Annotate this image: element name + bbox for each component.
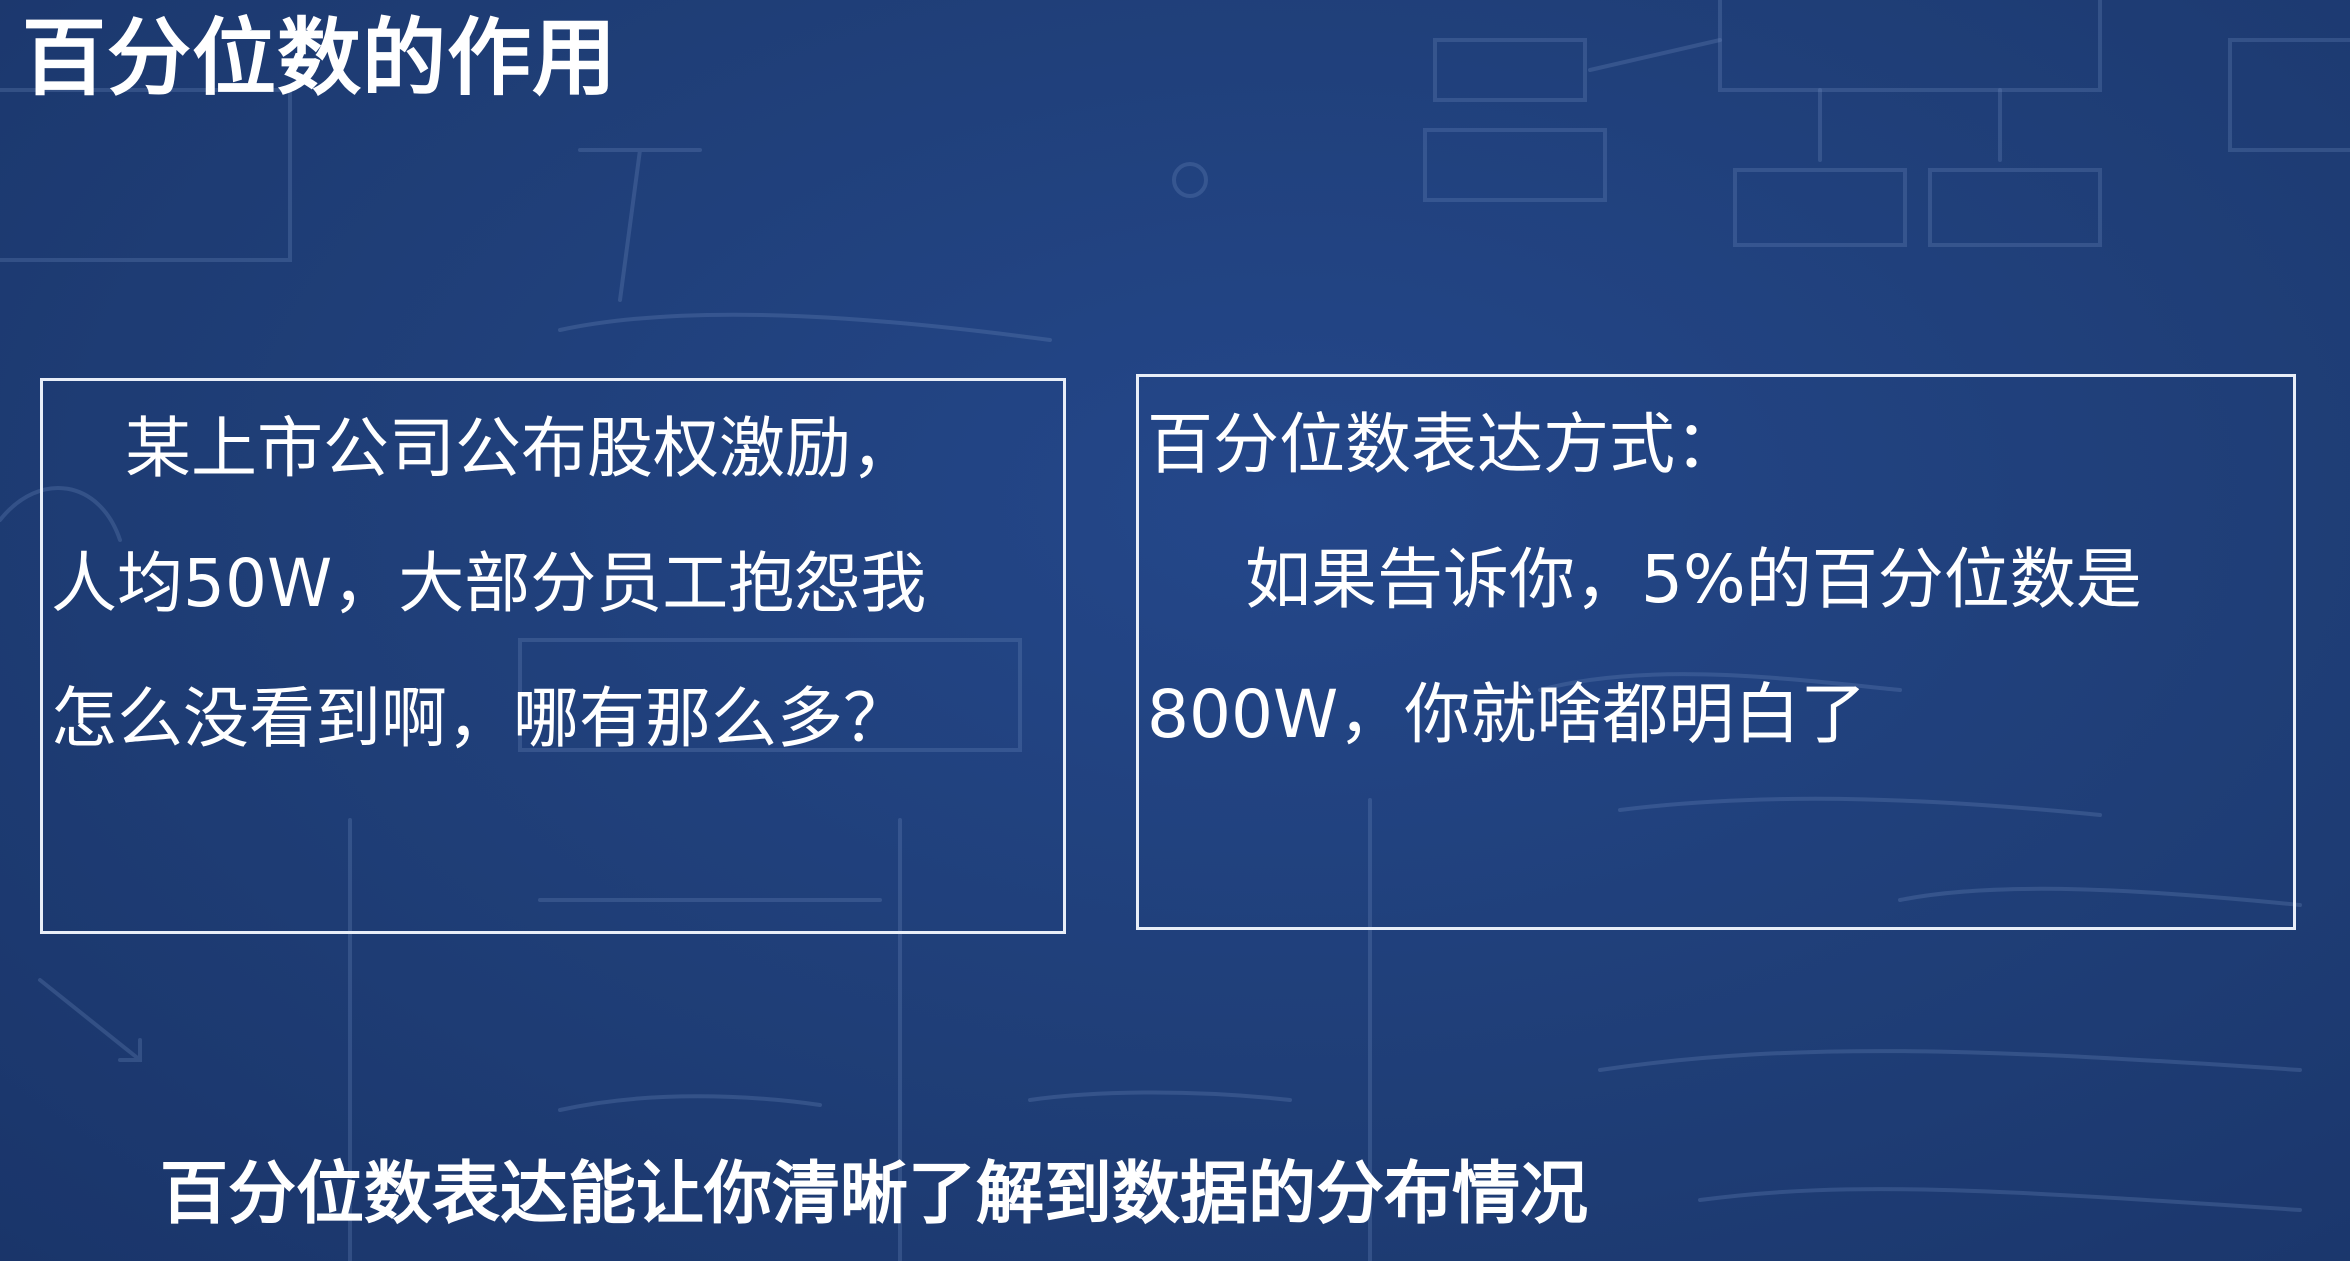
stock-incentive-example-box: 某上市公司公布股权激励， 人均50W，大部分员工抱怨我 怎么没看到啊，哪有那么多… [40,378,1066,934]
percentile-expression-box: 百分位数表达方式： 如果告诉你，5%的百分位数是 800W，你就啥都明白了 [1136,374,2296,930]
percentile-line-1: 百分位数表达方式： [1147,406,1741,483]
percentile-line-3: 800W，你就啥都明白了 [1147,676,1867,753]
page-title: 百分位数的作用 [22,9,618,107]
example-line-3: 怎么没看到啊，哪有那么多？ [51,680,909,757]
example-text: 某上市公司公布股权激励， 人均50W，大部分员工抱怨我 怎么没看到啊，哪有那么多… [43,381,1063,786]
example-line-1: 某上市公司公布股权激励， [125,410,917,487]
slide: 百分位数的作用 某上市公司公布股权激励， 人均50W，大部分员工抱怨我 怎么没看… [0,0,2350,1261]
percentile-line-2: 如果告诉你，5%的百分位数是 [1245,541,2142,618]
summary-text: 百分位数表达能让你清晰了解到数据的分布情况 [160,1155,1589,1234]
percentile-text: 百分位数表达方式： 如果告诉你，5%的百分位数是 800W，你就啥都明白了 [1139,377,2293,782]
example-line-2: 人均50W，大部分员工抱怨我 [51,545,927,622]
